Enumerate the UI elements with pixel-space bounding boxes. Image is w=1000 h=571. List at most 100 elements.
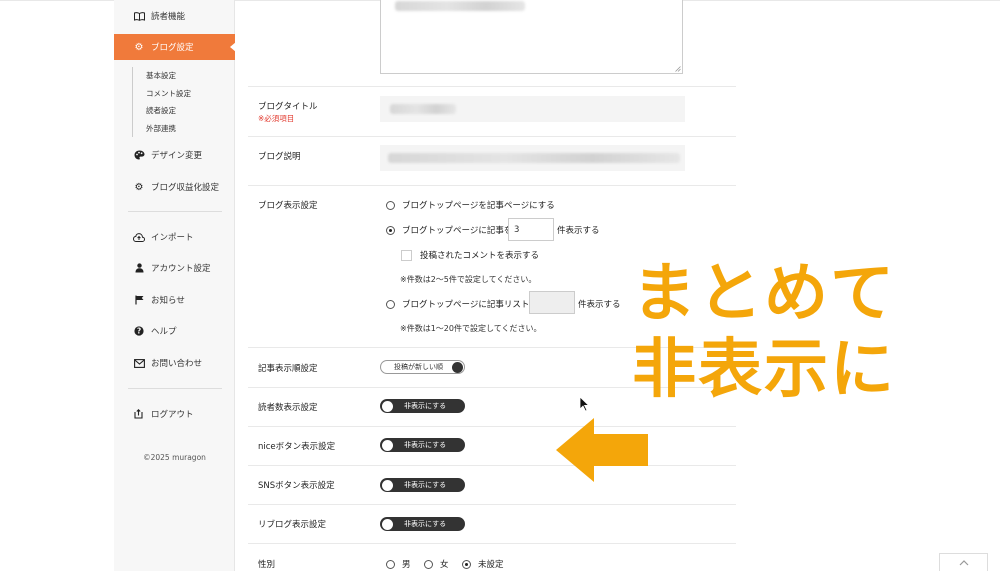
logout-icon [130, 409, 148, 419]
sidebar-divider [128, 388, 222, 389]
question-icon: ? [130, 326, 148, 336]
scroll-to-top-button[interactable] [939, 553, 988, 571]
sidebar-item-contact[interactable]: お問い合わせ [114, 350, 235, 376]
option-suffix: 件表示する [557, 226, 600, 236]
blog-title-label: ブログタイトル [258, 102, 318, 112]
nice-button-label: niceボタン表示設定 [258, 442, 336, 452]
display-option-article-page[interactable]: ブログトップページを記事ページにする [386, 199, 555, 211]
sidebar-divider [128, 211, 222, 212]
checkbox[interactable] [401, 249, 412, 261]
toggle-label: 投稿が新しい順 [394, 363, 443, 371]
row-divider [248, 465, 736, 466]
radio-button[interactable] [462, 559, 471, 569]
row-divider [248, 86, 736, 87]
sidebar-item-label: ブログ設定 [151, 43, 194, 53]
article-order-toggle[interactable]: 投稿が新しい順 [380, 360, 465, 374]
count-note-1: ※件数は2～5件で設定してください。 [400, 275, 537, 284]
sidebar-item-help[interactable]: ? ヘルプ [114, 318, 235, 344]
required-note: ※必須項目 [258, 114, 295, 123]
mouse-cursor-icon [579, 396, 590, 412]
article-count-input[interactable]: 3 [508, 218, 554, 241]
option-label: 女 [440, 560, 449, 570]
toggle-label: 非表示にする [404, 441, 447, 449]
toggle-label: 非表示にする [404, 481, 447, 489]
sidebar-item-label: アカウント設定 [151, 264, 211, 274]
sidebar-item-label: ブログ収益化設定 [151, 183, 220, 193]
sidebar-item-news[interactable]: お知らせ [114, 287, 235, 313]
sidebar-item-monetize[interactable]: ⚙ ブログ収益化設定 [114, 174, 235, 200]
article-order-label: 記事表示順設定 [258, 364, 318, 374]
sns-button-label: SNSボタン表示設定 [258, 481, 335, 491]
show-comments-checkbox[interactable]: 投稿されたコメントを表示する [401, 249, 539, 261]
resize-handle-icon[interactable] [675, 66, 681, 72]
left-arrow-icon [556, 418, 648, 482]
toggle-knob [382, 440, 393, 451]
sidebar-item-label: 読者機能 [151, 12, 186, 22]
gear-icon: ⚙ [134, 41, 144, 53]
reblog-toggle[interactable]: 非表示にする [380, 517, 465, 531]
gender-option-unset[interactable]: 未設定 [462, 558, 504, 570]
subnav-item-basic[interactable]: 基本設定 [133, 67, 222, 85]
annotation-line-2: 非表示に [632, 333, 896, 407]
blog-description-label: ブログ説明 [258, 152, 301, 162]
row-divider [248, 504, 736, 505]
sidebar-item-reader-features[interactable]: 読者機能 [114, 3, 235, 29]
subnav-item-comment[interactable]: コメント設定 [133, 85, 222, 103]
svg-text:?: ? [137, 327, 141, 336]
sidebar-item-label: お問い合わせ [151, 359, 203, 369]
gender-option-female[interactable]: 女 [424, 558, 449, 570]
gender-option-male[interactable]: 男 [386, 558, 411, 570]
radio-button[interactable] [386, 299, 395, 309]
page: 読者機能 ⚙ ブログ設定 基本設定 コメント設定 読者設定 外部連携 デザイン変… [0, 0, 1000, 571]
toggle-label: 非表示にする [404, 402, 447, 410]
radio-button[interactable] [386, 559, 395, 569]
radio-button[interactable] [386, 200, 395, 210]
sns-button-toggle[interactable]: 非表示にする [380, 478, 465, 492]
radio-button[interactable] [424, 559, 433, 569]
subnav-item-external[interactable]: 外部連携 [133, 120, 222, 138]
sidebar-item-label: ログアウト [151, 410, 194, 420]
sidebar-item-account[interactable]: アカウント設定 [114, 255, 235, 281]
sidebar-item-blog-settings[interactable]: ⚙ ブログ設定 [114, 34, 236, 60]
radio-button[interactable] [386, 225, 395, 235]
sidebar-item-import[interactable]: インポート [114, 224, 235, 250]
blurred-text [390, 104, 456, 114]
gear-icon: ⚙ [134, 181, 144, 193]
sidebar-item-logout[interactable]: ログアウト [114, 401, 235, 427]
option-label: 未設定 [478, 560, 504, 570]
blog-description-input[interactable] [380, 145, 685, 171]
reader-count-toggle[interactable]: 非表示にする [380, 399, 465, 413]
option-label: 投稿されたコメントを表示する [420, 251, 540, 261]
toggle-knob [382, 519, 393, 530]
blurred-text [388, 153, 680, 163]
blog-title-input[interactable] [380, 96, 685, 122]
blurred-text [395, 1, 525, 11]
option-label: ブログトップページに記事リストを [402, 300, 538, 310]
toggle-knob [382, 401, 393, 412]
article-list-count-input[interactable] [529, 291, 575, 314]
option-label: 男 [402, 560, 411, 570]
option-label: ブログトップページを記事ページにする [402, 201, 555, 211]
palette-icon [130, 150, 148, 160]
sidebar-item-label: インポート [151, 233, 194, 243]
sidebar-item-label: ヘルプ [151, 327, 177, 337]
display-option-article-list[interactable]: ブログトップページに記事リストを [386, 298, 538, 310]
row-divider [248, 543, 736, 544]
toggle-knob [452, 362, 463, 373]
nice-button-toggle[interactable]: 非表示にする [380, 438, 465, 452]
active-indicator [230, 42, 236, 52]
gender-label: 性別 [258, 560, 276, 570]
subnav-item-reader[interactable]: 読者設定 [133, 102, 222, 120]
row-divider [248, 136, 736, 137]
count-note-2: ※件数は1～20件で設定してください。 [400, 324, 542, 333]
sidebar-item-design[interactable]: デザイン変更 [114, 142, 235, 168]
blog-display-label: ブログ表示設定 [258, 201, 318, 211]
toggle-knob [382, 480, 393, 491]
option-suffix: 件表示する [578, 300, 621, 310]
copyright: ©2025 muragon [143, 453, 206, 462]
sidebar-item-label: お知らせ [151, 296, 185, 306]
description-textarea[interactable] [380, 0, 683, 74]
flag-icon [130, 295, 148, 305]
reader-count-label: 読者数表示設定 [258, 403, 318, 413]
display-option-article-count[interactable]: ブログトップページに記事を [386, 224, 512, 236]
